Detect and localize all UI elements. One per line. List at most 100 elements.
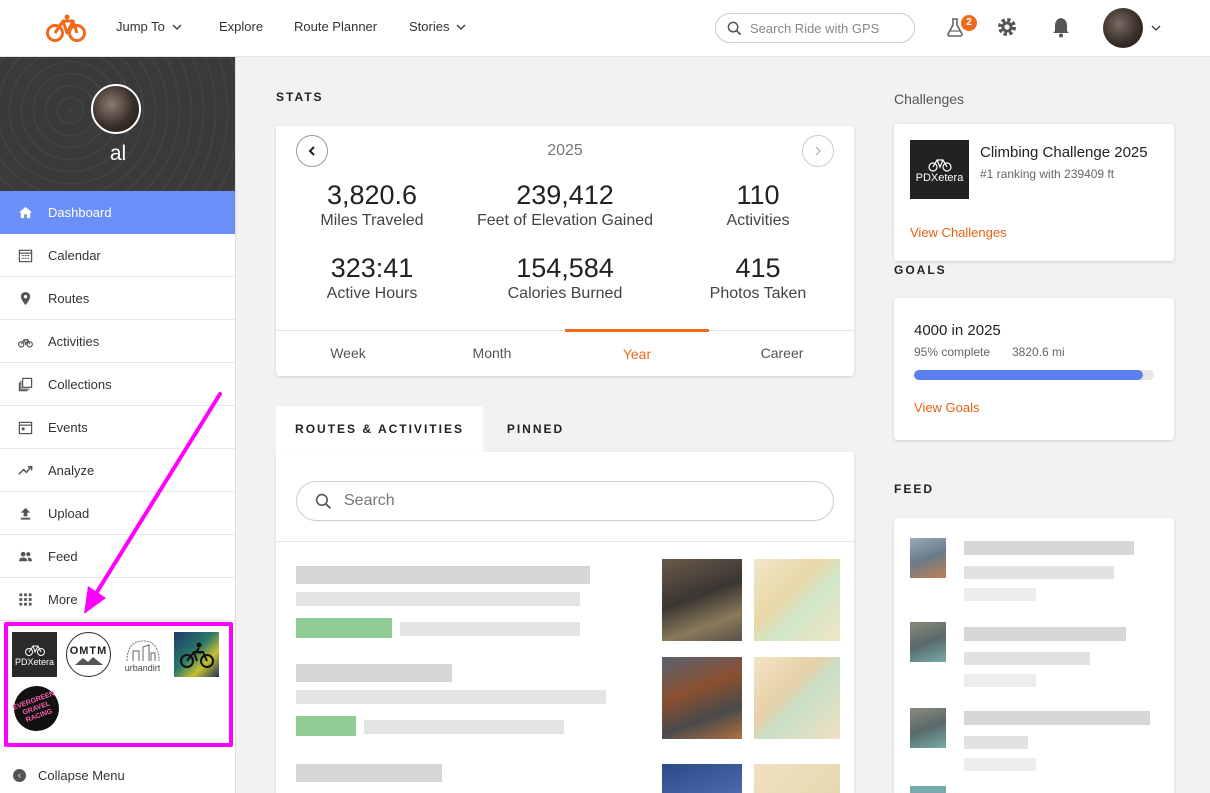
nav-stories-label: Stories <box>409 19 450 34</box>
stats-card: 2025 3,820.6 Miles Traveled 239,412 Feet… <box>276 126 854 376</box>
map-pin-icon <box>20 291 31 305</box>
tab-pinned[interactable]: PINNED <box>483 406 588 452</box>
stats-section-title: STATS <box>276 90 324 104</box>
challenges-section-title: Challenges <box>894 91 965 107</box>
collapse-menu-label: Collapse Menu <box>38 767 125 783</box>
blurred-text <box>296 566 590 584</box>
chevron-down-icon[interactable] <box>1150 22 1162 34</box>
map-thumbnail <box>754 559 840 641</box>
collections-icon <box>18 377 33 391</box>
urbandirt-emblem-icon <box>126 639 159 661</box>
blurred-text <box>296 690 606 704</box>
photo-thumbnail <box>662 559 742 641</box>
sidebar-item-label: Events <box>48 419 88 435</box>
global-search-input[interactable]: Search Ride with GPS <box>715 13 915 43</box>
goal-card: 4000 in 2025 95% complete 3820.6 mi View… <box>894 298 1174 440</box>
sidebar-item-routes[interactable]: Routes <box>0 277 235 320</box>
nav-jump-to-label: Jump To <box>116 19 165 34</box>
events-icon <box>18 421 33 434</box>
stat-label: Feet of Elevation Gained <box>476 212 654 229</box>
sidebar-item-upload[interactable]: Upload <box>0 492 235 535</box>
routes-search-placeholder: Search <box>344 492 395 509</box>
routes-search-input[interactable]: Search <box>296 481 834 521</box>
stat-elevation: 239,412 Feet of Elevation Gained <box>465 180 665 230</box>
gear-icon[interactable] <box>995 15 1019 39</box>
view-challenges-link[interactable]: View Challenges <box>910 225 1007 240</box>
stat-label: Miles Traveled <box>320 212 424 229</box>
tab-year[interactable]: Year <box>565 329 709 375</box>
blurred-text <box>964 627 1126 641</box>
nav-jump-to[interactable]: Jump To <box>116 19 183 34</box>
blurred-badge <box>296 618 392 638</box>
cyclist-icon <box>179 642 214 668</box>
view-goals-link[interactable]: View Goals <box>914 400 980 415</box>
chevron-right-icon <box>815 146 822 156</box>
club-logos-annotation-box: PDXetera OMTM urbandirt EVERGREEN GRAVEL… <box>4 622 233 747</box>
profile-avatar[interactable] <box>91 84 141 134</box>
tab-career[interactable]: Career <box>710 331 854 377</box>
feed-avatar <box>910 538 946 578</box>
sidebar-item-feed[interactable]: Feed <box>0 535 235 578</box>
goals-section-title: GOALS <box>894 263 947 277</box>
bell-icon[interactable] <box>1049 15 1073 39</box>
trend-icon <box>18 465 33 475</box>
photo-thumbnail <box>662 657 742 739</box>
sidebar-item-dashboard[interactable]: Dashboard <box>0 191 235 234</box>
challenge-club-logo[interactable]: PDXetera <box>910 140 969 199</box>
club-urbandirt[interactable]: urbandirt <box>120 632 165 677</box>
club-urbandirt-text: urbandirt <box>124 662 161 673</box>
ride-with-gps-logo[interactable] <box>46 12 86 44</box>
user-avatar[interactable] <box>1103 8 1143 48</box>
sidebar-item-calendar[interactable]: Calendar <box>0 234 235 277</box>
stat-calories: 154,584 Calories Burned <box>465 253 665 303</box>
stat-value: 154,584 <box>516 253 614 283</box>
challenge-name[interactable]: Climbing Challenge 2025 <box>980 144 1148 161</box>
upload-icon <box>20 507 31 520</box>
stat-active-hours: 323:41 Active Hours <box>272 253 472 303</box>
nav-route-planner[interactable]: Route Planner <box>294 19 377 34</box>
club-evergreen-gravel-racing[interactable]: EVERGREEN GRAVEL RACING <box>7 679 66 738</box>
nav-stories[interactable]: Stories <box>409 19 467 34</box>
blurred-text <box>296 664 452 682</box>
sidebar-item-label: Analyze <box>48 462 95 478</box>
labs-badge: 2 <box>961 15 977 31</box>
sidebar-item-more[interactable]: More <box>0 578 235 621</box>
goal-name[interactable]: 4000 in 2025 <box>914 322 1001 339</box>
nav-explore[interactable]: Explore <box>219 19 263 34</box>
stat-label: Activities <box>726 212 790 229</box>
challenge-card: PDXetera Climbing Challenge 2025 #1 rank… <box>894 124 1174 261</box>
tab-routes-activities[interactable]: ROUTES & ACTIVITIES <box>276 406 483 452</box>
profile-header: al <box>0 57 235 191</box>
next-year-button[interactable] <box>802 135 834 167</box>
feed-avatar <box>910 622 946 662</box>
blurred-text <box>964 711 1150 725</box>
stats-year: 2025 <box>547 142 583 159</box>
home-icon <box>18 206 33 218</box>
collapse-menu-button[interactable]: ‹ Collapse Menu <box>0 757 236 793</box>
sidebar-item-analyze[interactable]: Analyze <box>0 449 235 492</box>
tab-week[interactable]: Week <box>276 331 420 377</box>
club-omtm[interactable]: OMTM <box>66 632 111 677</box>
sidebar-item-events[interactable]: Events <box>0 406 235 449</box>
sidebar-item-collections[interactable]: Collections <box>0 363 235 406</box>
goal-distance: 3820.6 mi <box>1012 345 1065 359</box>
search-icon <box>727 21 742 35</box>
blurred-text <box>964 652 1090 665</box>
tab-month[interactable]: Month <box>420 331 564 377</box>
stat-value: 415 <box>735 253 781 283</box>
grid-icon <box>19 592 32 606</box>
stat-value: 239,412 <box>516 180 614 210</box>
stat-value: 3,820.6 <box>326 180 418 210</box>
blurred-badge <box>296 716 356 736</box>
sidebar-item-activities[interactable]: Activities <box>0 320 235 363</box>
blurred-text <box>964 566 1114 579</box>
chevron-left-icon: ‹ <box>13 768 26 782</box>
club-pdxetera[interactable]: PDXetera <box>12 632 57 677</box>
goal-percent: 95% complete <box>914 345 991 359</box>
profile-name: al <box>109 142 127 165</box>
blurred-text <box>964 541 1134 555</box>
blurred-text <box>964 758 1036 771</box>
club-cyclist-art[interactable] <box>174 632 219 677</box>
club-pdxetera-text: PDXetera <box>14 656 55 667</box>
blurred-text <box>296 764 442 782</box>
